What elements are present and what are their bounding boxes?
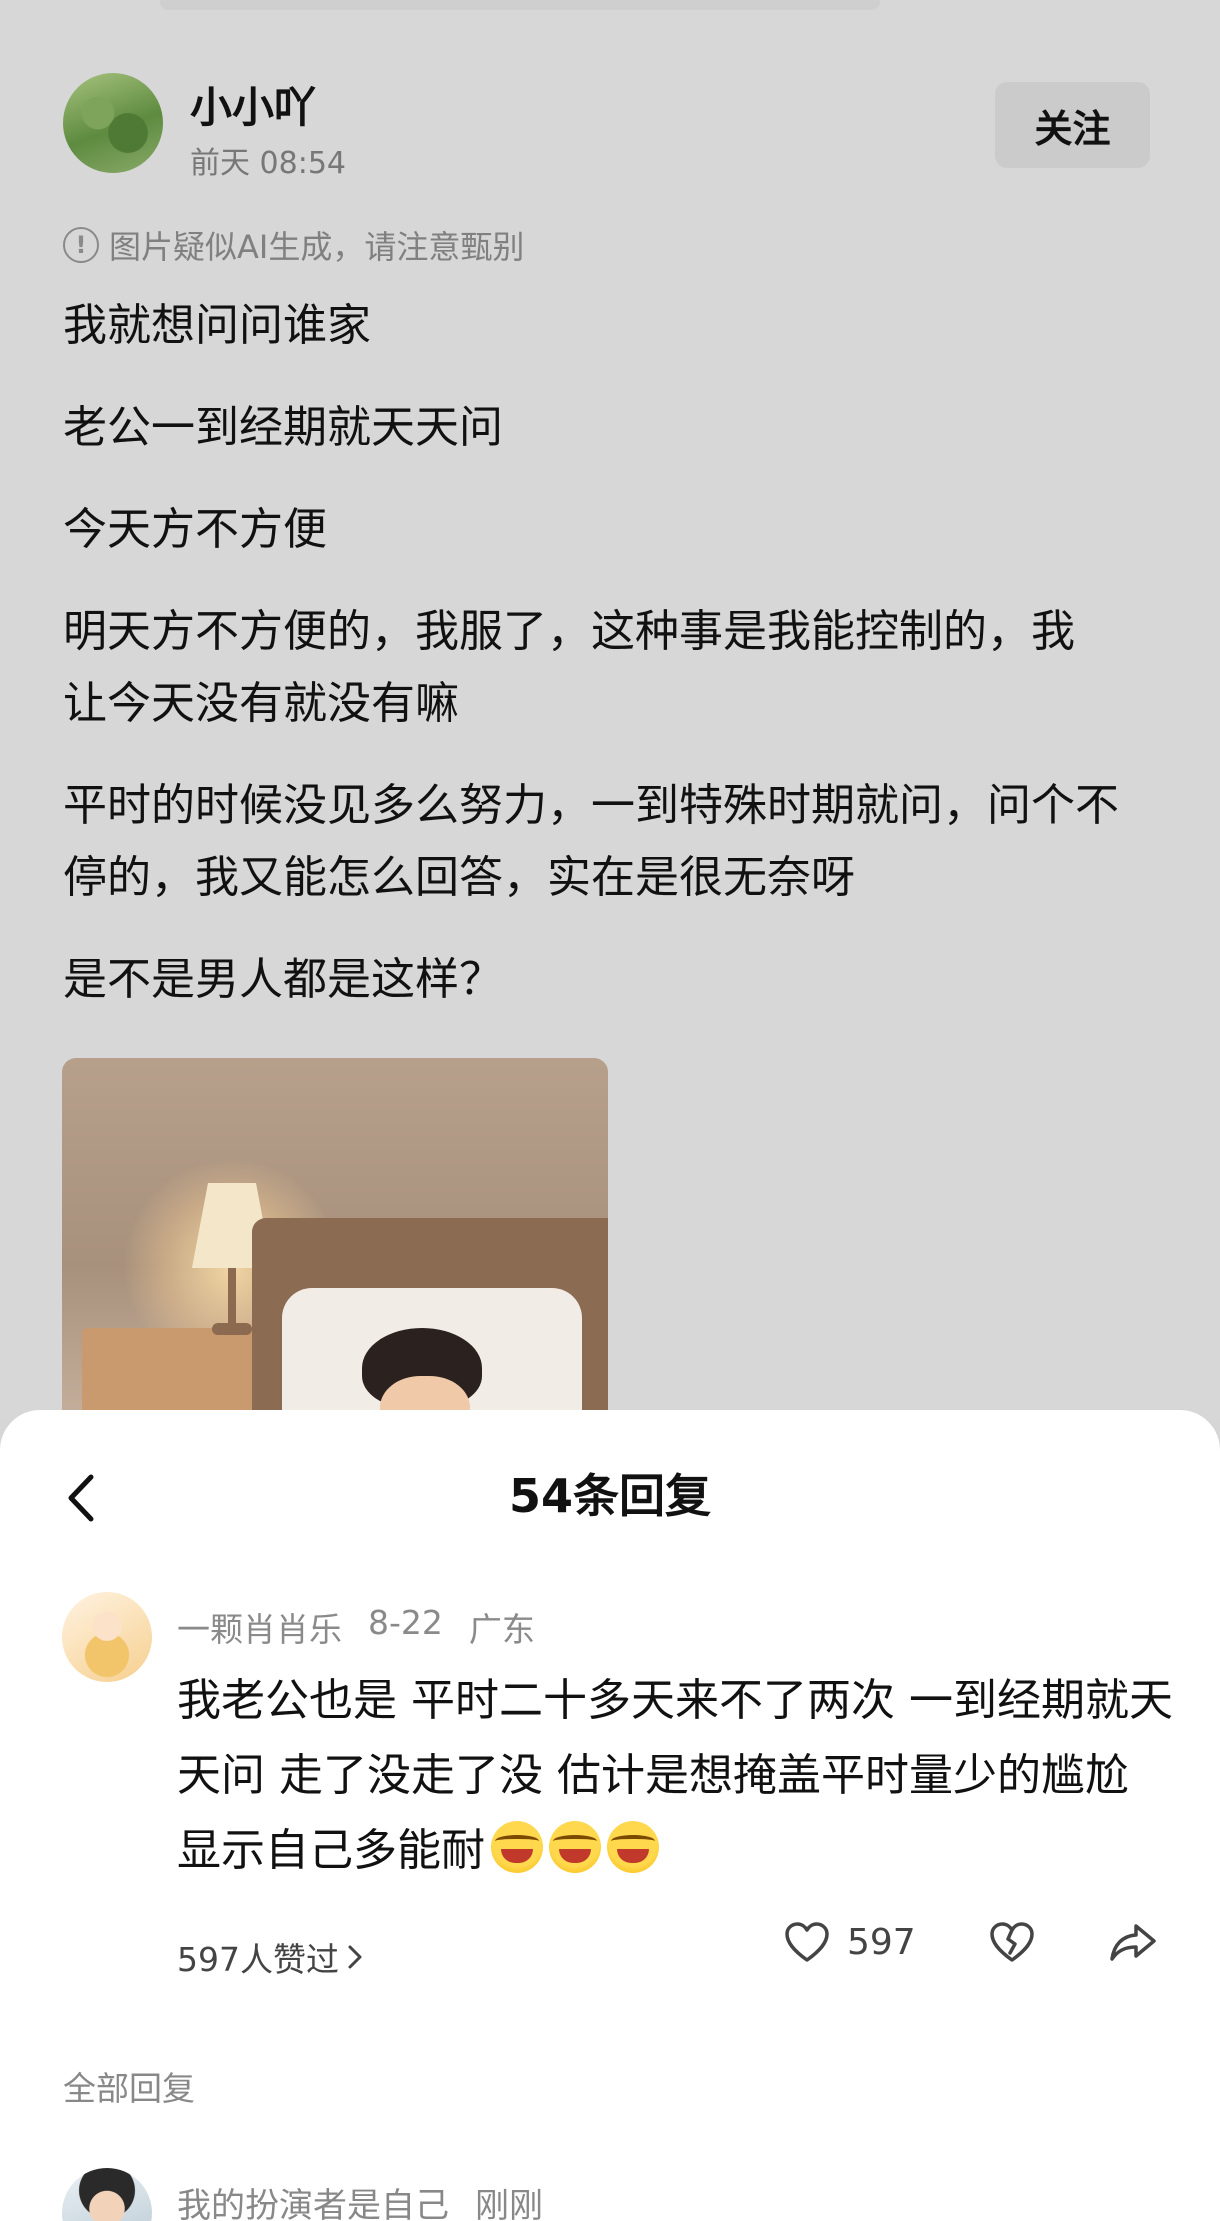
post-image[interactable]: [62, 1058, 608, 1438]
laugh-cry-emoji-icon: [491, 1821, 543, 1873]
broken-heart-icon: [990, 1922, 1034, 1962]
author-name[interactable]: 小小吖: [190, 74, 316, 135]
lamp-stem: [228, 1268, 236, 1328]
ai-notice: ! 图片疑似AI生成，请注意甄别: [63, 222, 524, 268]
share-button[interactable]: [1108, 1920, 1158, 1968]
post-background: 小小吖 前天 08:54 关注 ! 图片疑似AI生成，请注意甄别 我就想问问谁家…: [0, 0, 1220, 1438]
share-arrow-icon: [1110, 1924, 1156, 1961]
replier-avatar[interactable]: [62, 2168, 152, 2221]
reply-meta: 我的扮演者是自己 刚刚: [177, 2178, 543, 2221]
lamp-base: [212, 1323, 252, 1335]
author-avatar[interactable]: [63, 73, 163, 173]
sheet-title: 54条回复: [508, 1469, 711, 1523]
comment-body: 我老公也是 平时二十多天来不了两次 一到经期就天天问 走了没走了没 估计是想掩盖…: [177, 1675, 1173, 1876]
chevron-right-icon: [348, 1945, 362, 1969]
post-paragraph: 平时的时候没见多么努力，一到特殊时期就问，问个不停的，我又能怎么回答，实在是很无…: [63, 780, 1119, 903]
post-body: 我就想问问谁家 老公一到经期就天天问 今天方不方便 明天方不方便的，我服了，这种…: [63, 290, 1163, 1046]
post-paragraph: 我就想问问谁家: [63, 300, 371, 351]
replier-name[interactable]: 我的扮演者是自己: [177, 2178, 449, 2221]
follow-button[interactable]: 关注: [995, 82, 1150, 168]
comment-meta: 一颗肖肖乐 8-22 广东: [177, 1603, 535, 1651]
comment-date: 8-22: [368, 1603, 443, 1642]
likes-link[interactable]: 597人赞过: [177, 1933, 363, 1981]
all-replies-label: 全部回复: [63, 2069, 195, 2108]
comment-text: 我老公也是 平时二十多天来不了两次 一到经期就天天问 走了没走了没 估计是想掩盖…: [177, 1663, 1177, 1888]
post-paragraph: 明天方不方便的，我服了，这种事是我能控制的，我让今天没有就没有嘛: [63, 606, 1075, 729]
commenter-name[interactable]: 一颗肖肖乐: [177, 1603, 342, 1651]
post-paragraph: 是不是男人都是这样？: [63, 954, 503, 1005]
reply-time: 刚刚: [475, 2186, 543, 2221]
replies-sheet: 54条回复 一颗肖肖乐 8-22 广东 我老公也是 平时二十多天来不了两次 一到…: [0, 1410, 1220, 2221]
laugh-cry-emoji-icon: [549, 1821, 601, 1873]
post-paragraph: 老公一到经期就天天问: [63, 402, 503, 453]
ai-notice-text: 图片疑似AI生成，请注意甄别: [109, 228, 525, 266]
like-button[interactable]: 597: [783, 1920, 916, 1964]
commenter-avatar[interactable]: [62, 1592, 152, 1682]
likes-link-label: 597人赞过: [177, 1940, 339, 1979]
like-count: 597: [847, 1921, 916, 1963]
laugh-cry-emoji-icon: [607, 1821, 659, 1873]
post-time: 前天 08:54: [190, 146, 346, 181]
dislike-button[interactable]: [988, 1920, 1036, 1968]
info-icon: !: [63, 227, 99, 263]
heart-icon: [785, 1922, 829, 1962]
top-bar-edge: [160, 0, 880, 10]
post-paragraph: 今天方不方便: [63, 504, 327, 555]
comment-location: 广东: [468, 1610, 535, 1649]
